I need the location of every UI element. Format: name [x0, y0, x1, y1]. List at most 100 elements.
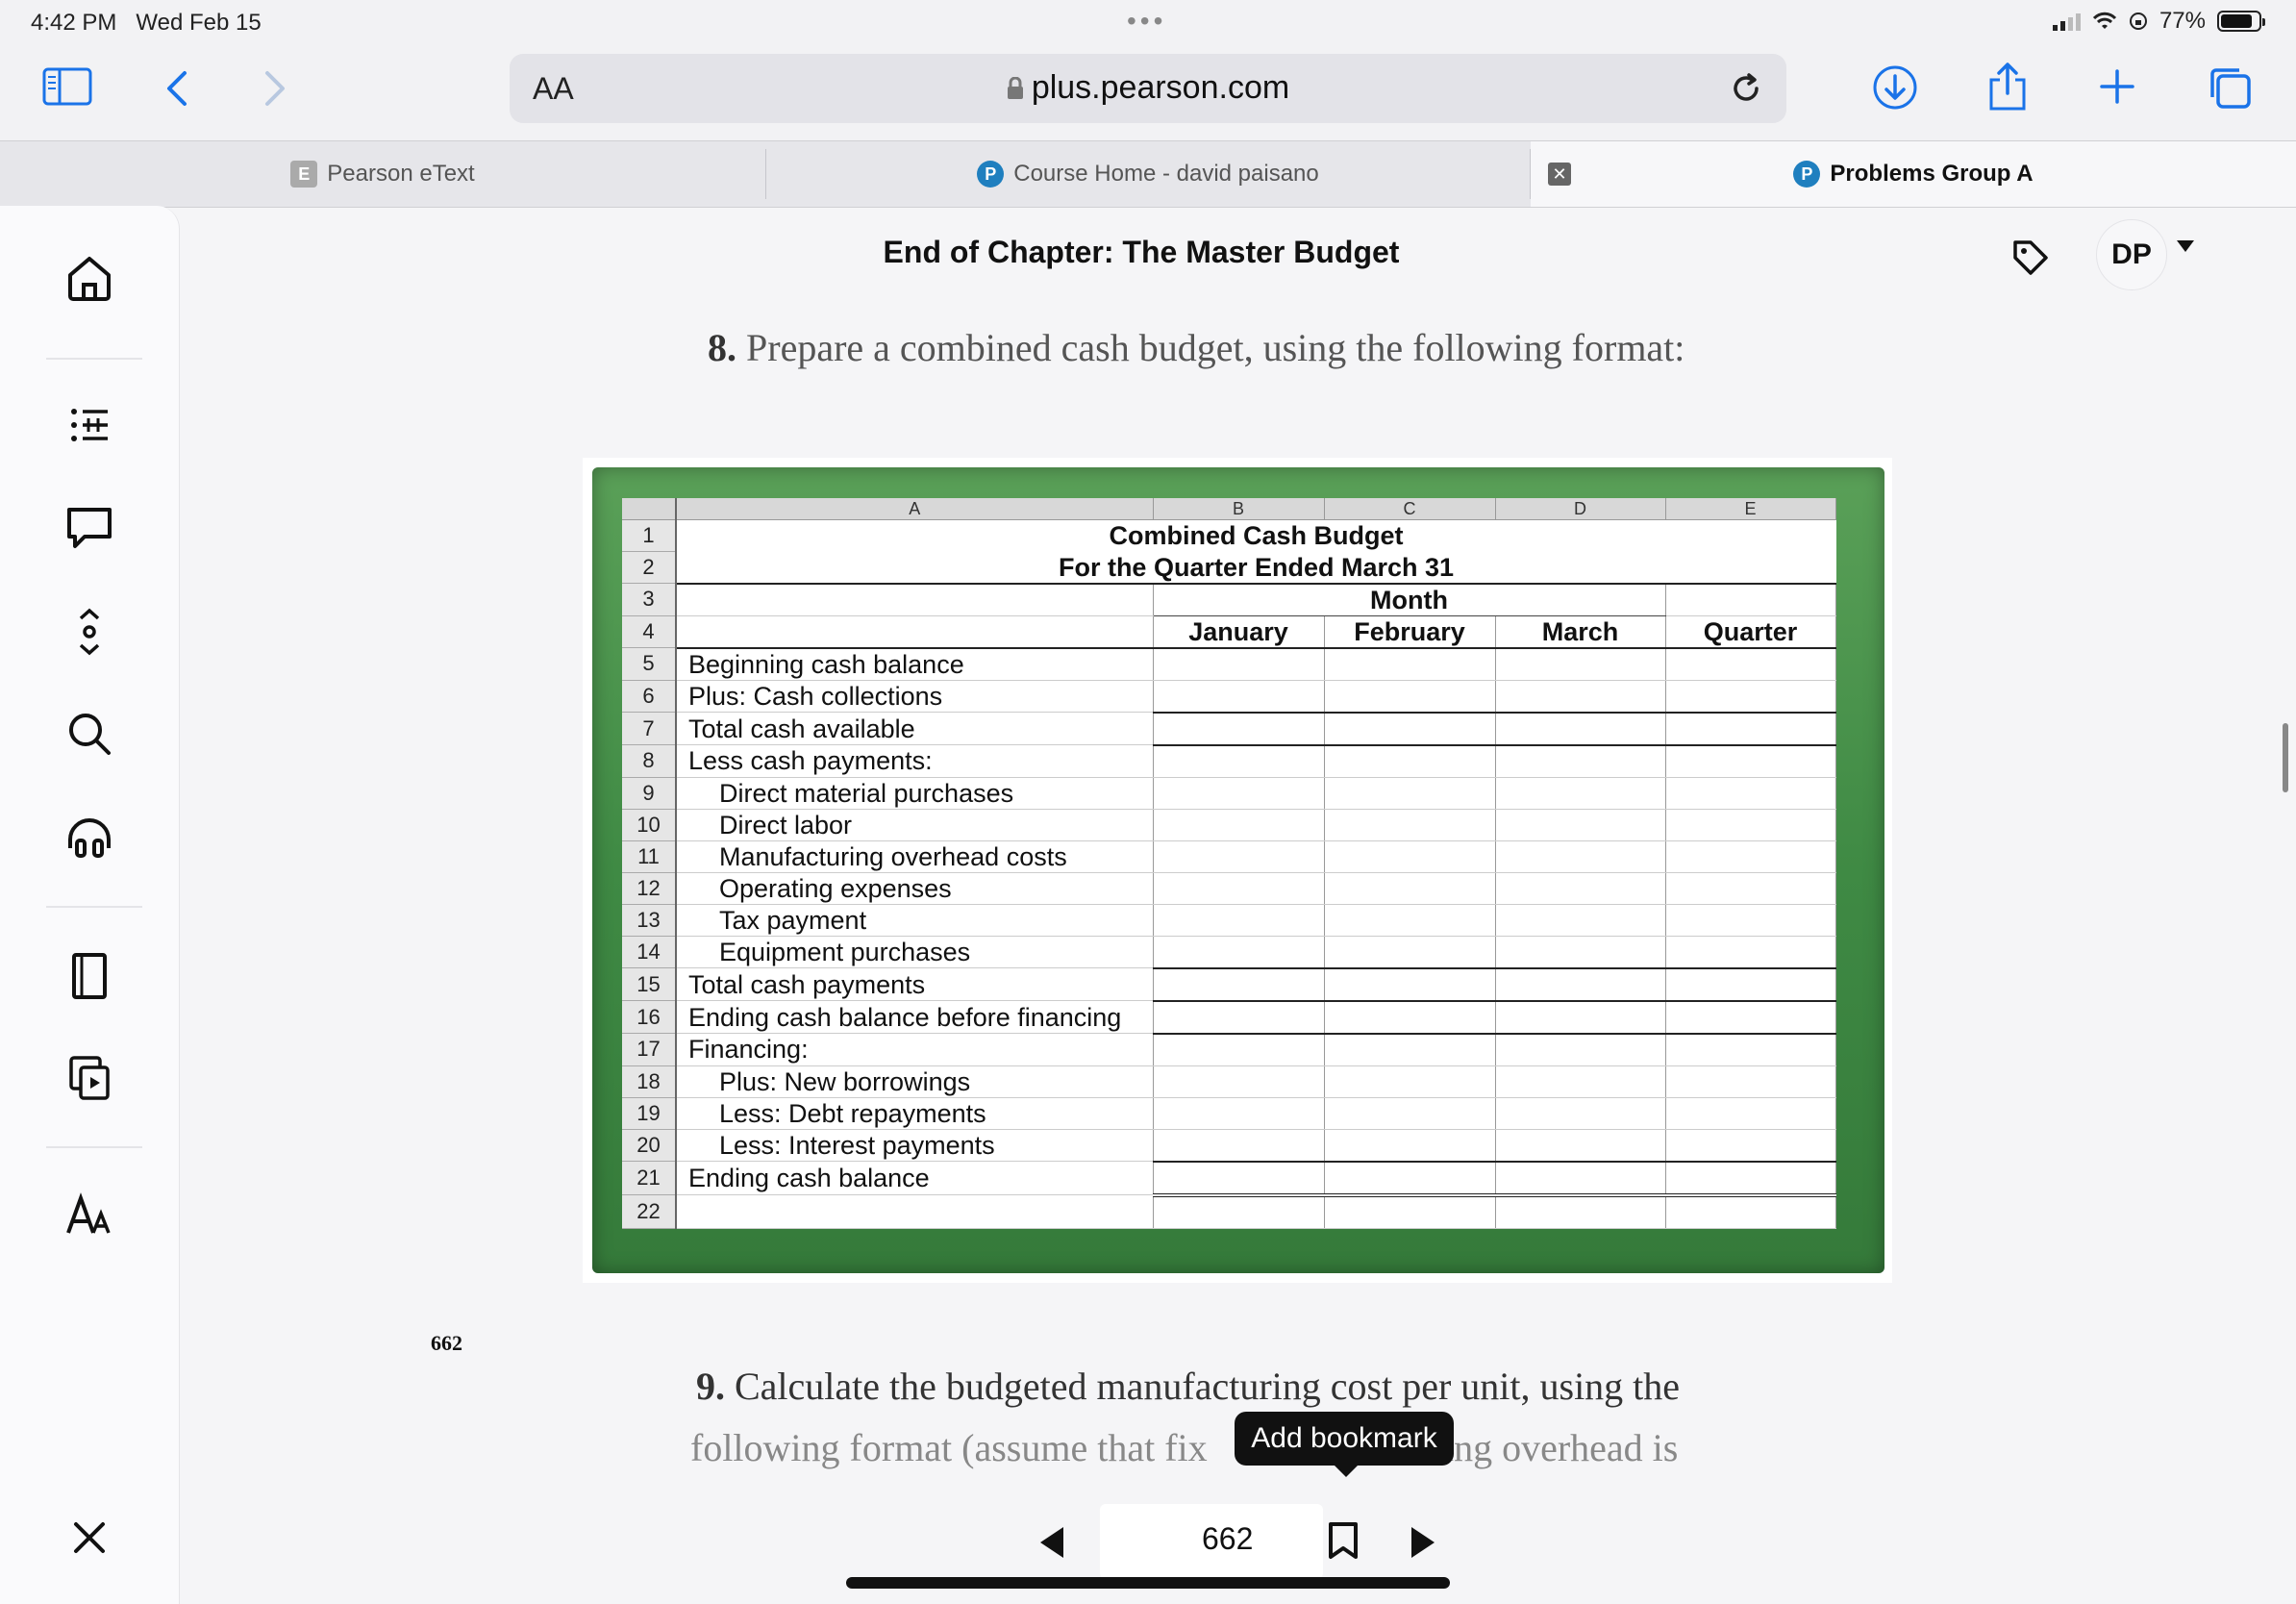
- lock-icon: [1007, 76, 1023, 99]
- new-tab-icon[interactable]: [2094, 63, 2140, 110]
- table-row: 13 Tax payment: [622, 904, 1836, 937]
- value-cell: [1324, 1129, 1496, 1163]
- next-page-icon[interactable]: [1411, 1527, 1435, 1558]
- row-number: 3: [622, 583, 677, 616]
- bookmark-icon[interactable]: [1327, 1521, 1360, 1565]
- value-cell: [1324, 1000, 1496, 1035]
- value-cell: [1495, 1000, 1666, 1035]
- value-cell: [1324, 936, 1496, 969]
- sheet-subtitle: For the Quarter Ended March 31: [676, 551, 1835, 585]
- value-cell: [1324, 777, 1496, 810]
- close-tab-icon[interactable]: ✕: [1548, 163, 1571, 186]
- page-number-label: 662: [431, 1331, 462, 1355]
- table-of-contents-icon[interactable]: [56, 392, 123, 460]
- home-icon[interactable]: [56, 244, 123, 312]
- status-bar: 4:42 PM Wed Feb 15 ••• 77%: [0, 0, 2296, 44]
- value-cell: [1665, 680, 1836, 714]
- battery-percent: 77%: [2159, 8, 2206, 34]
- row-number: 7: [622, 712, 677, 745]
- value-cell: [1153, 680, 1325, 714]
- audio-headphones-icon[interactable]: [56, 804, 123, 871]
- value-cell: [1324, 647, 1496, 681]
- notes-icon[interactable]: [56, 494, 123, 562]
- value-cell: [1665, 936, 1836, 969]
- navigate-updown-icon[interactable]: [56, 598, 123, 665]
- table-row: 11 Manufacturing overhead costs: [622, 840, 1836, 873]
- forward-icon[interactable]: [254, 65, 296, 112]
- value-cell: [1324, 1033, 1496, 1066]
- value-cell: [1153, 777, 1325, 810]
- tab-problems-group-a[interactable]: P Problems Group A: [1531, 141, 2296, 207]
- month-march: March: [1495, 615, 1666, 649]
- row-number: 12: [622, 872, 677, 905]
- value-cell: [1495, 777, 1666, 810]
- row-number: 17: [622, 1033, 677, 1066]
- value-cell: [1495, 904, 1666, 937]
- row-label: Direct labor: [676, 809, 1154, 841]
- reload-icon[interactable]: [1727, 69, 1765, 113]
- value-cell: [1153, 809, 1325, 841]
- download-icon[interactable]: [1871, 63, 1919, 112]
- value-cell: [1324, 967, 1496, 1002]
- value-cell: [1324, 680, 1496, 714]
- table-row: 17 Financing:: [622, 1033, 1836, 1066]
- tab-overview-icon[interactable]: [2206, 63, 2254, 112]
- value-cell: [1665, 1194, 1836, 1229]
- etext-sidebar: [0, 206, 180, 1604]
- page-number-input[interactable]: 662: [1202, 1521, 1253, 1557]
- wifi-icon: [2092, 12, 2117, 29]
- avatar[interactable]: DP: [2096, 219, 2167, 290]
- search-icon[interactable]: [56, 700, 123, 767]
- value-cell: [1495, 680, 1666, 714]
- row-label: Plus: Cash collections: [676, 680, 1154, 713]
- flashcards-icon[interactable]: [56, 1044, 123, 1112]
- value-cell: [1324, 712, 1496, 746]
- value-cell: [1495, 872, 1666, 905]
- value-cell: [1665, 712, 1836, 746]
- previous-page-icon[interactable]: [1040, 1527, 1063, 1558]
- share-icon[interactable]: [1984, 60, 2031, 113]
- quarter-header: Quarter: [1665, 615, 1836, 649]
- multitasking-dots-icon[interactable]: •••: [1127, 6, 1166, 37]
- value-cell: [1153, 1161, 1325, 1197]
- row-number: 11: [622, 840, 677, 873]
- value-cell: [1495, 647, 1666, 681]
- value-cell: [1153, 1033, 1325, 1066]
- etext-favicon-icon: E: [290, 161, 318, 188]
- row-number: 14: [622, 936, 677, 968]
- back-icon[interactable]: [156, 65, 198, 112]
- sidebar-toggle-icon[interactable]: [40, 65, 94, 108]
- question-9: 9. Calculate the budgeted manufacturing …: [696, 1365, 1681, 1408]
- address-bar[interactable]: AA plus.pearson.com: [510, 54, 1786, 123]
- chevron-down-icon[interactable]: [2177, 240, 2194, 252]
- table-row: 8 Less cash payments:: [622, 744, 1836, 778]
- month-february: February: [1324, 615, 1496, 649]
- scrollbar[interactable]: [2283, 723, 2288, 792]
- table-row: 15 Total cash payments: [622, 967, 1836, 1002]
- value-cell: [1153, 840, 1325, 873]
- value-cell: [1153, 1194, 1325, 1229]
- tab-course-home[interactable]: P Course Home - david paisano: [766, 141, 1530, 207]
- value-cell: [1153, 712, 1325, 746]
- tab-label: Pearson eText: [327, 161, 475, 187]
- row-label: Total cash available: [676, 712, 1154, 745]
- screen-lock-icon: [2129, 13, 2147, 30]
- value-cell: [1495, 1065, 1666, 1098]
- add-bookmark-tooltip: Add bookmark: [1235, 1412, 1454, 1477]
- tab-pearson-etext[interactable]: E Pearson eText: [0, 141, 765, 207]
- row-number: 2: [622, 551, 677, 584]
- notebook-icon[interactable]: [56, 942, 123, 1010]
- home-indicator: [846, 1577, 1450, 1589]
- row-number: 10: [622, 809, 677, 841]
- close-icon[interactable]: [56, 1504, 123, 1571]
- tag-icon[interactable]: [2011, 238, 2050, 282]
- pearson-favicon-icon: P: [1793, 161, 1821, 188]
- row-label: Plus: New borrowings: [676, 1065, 1154, 1098]
- column-header: C: [1324, 498, 1496, 520]
- row-number: 20: [622, 1129, 677, 1162]
- text-size-icon[interactable]: [56, 1181, 123, 1248]
- value-cell: [1153, 872, 1325, 905]
- value-cell: [1665, 840, 1836, 873]
- row-label: Manufacturing overhead costs: [676, 840, 1154, 873]
- table-row: 3 Month: [622, 583, 1836, 616]
